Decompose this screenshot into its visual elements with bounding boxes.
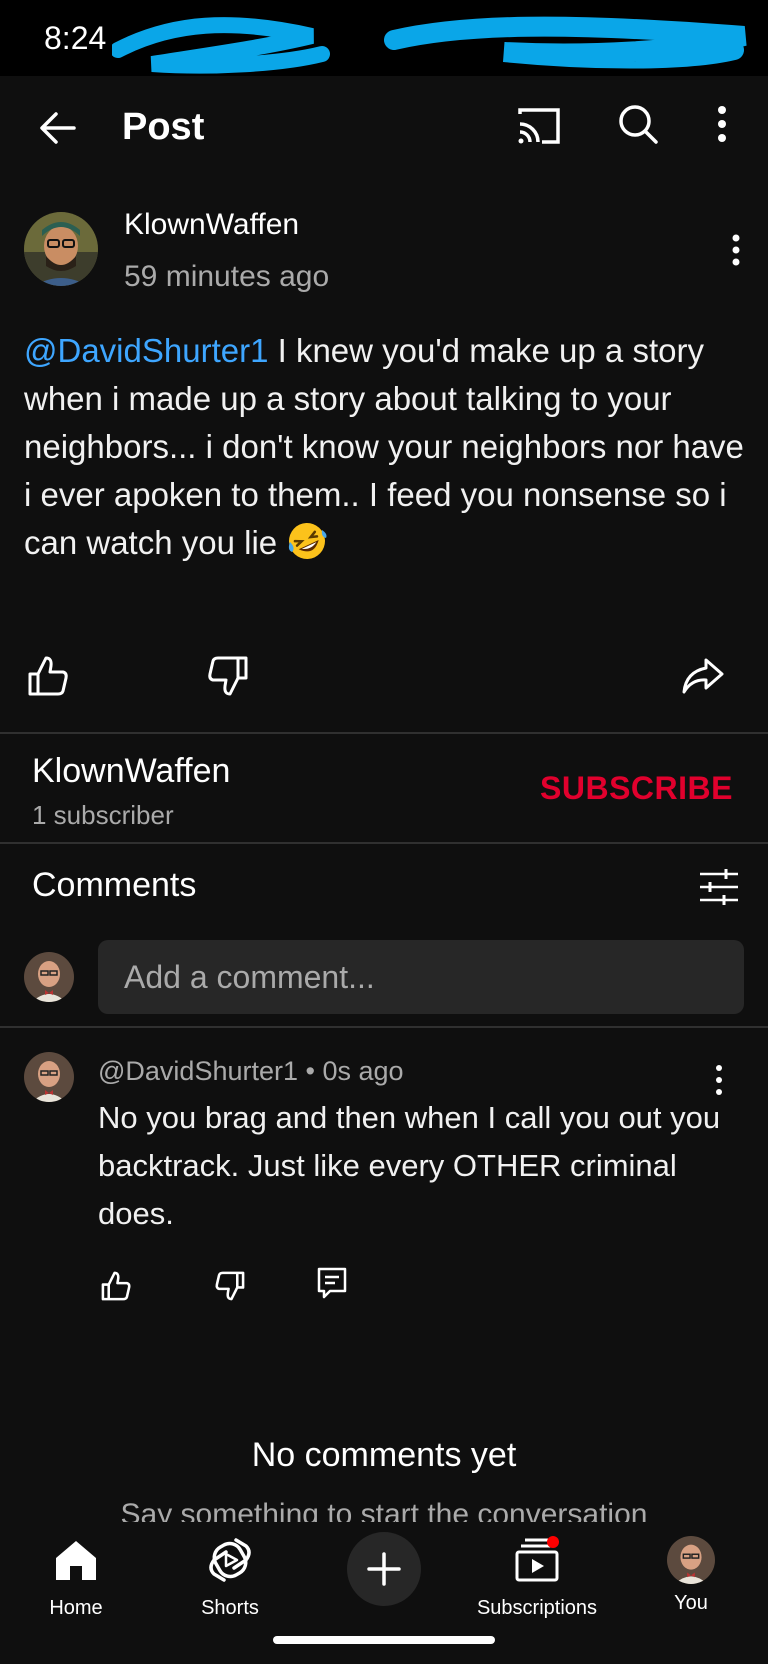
nav-you[interactable]: You [611,1528,768,1615]
channel-name[interactable]: KlownWaffen [32,752,230,791]
post-author-name[interactable]: KlownWaffen [124,208,299,242]
nav-subscriptions-label: Subscriptions [476,1597,598,1619]
divider [0,1026,768,1028]
more-vert-icon[interactable] [704,100,740,148]
nav-home[interactable]: Home [0,1528,156,1620]
rofl-emoji-icon [289,523,327,559]
nav-shorts[interactable]: Shorts [150,1528,310,1620]
comment-author-avatar[interactable] [24,1052,74,1102]
comment-text: No you brag and then when I call you out… [98,1100,721,1231]
redaction-scribble [384,16,747,69]
nav-you-label: You [674,1592,708,1614]
home-icon [56,1541,96,1580]
author-avatar[interactable] [24,212,98,286]
status-bar: 8:24 [0,0,768,76]
post-more-icon[interactable] [724,228,748,276]
nav-home-label: Home [49,1597,103,1619]
search-icon[interactable] [614,100,662,148]
comment-dislike-icon[interactable] [214,1270,246,1302]
divider [0,732,768,734]
nav-shorts-label: Shorts [201,1597,259,1619]
author-avatar-image [24,212,98,286]
dislike-icon[interactable] [206,654,250,698]
empty-state-subtitle: Say something to start the conversation [120,1498,648,1524]
add-comment-input[interactable] [98,940,744,1014]
you-avatar-image [667,1536,715,1584]
redaction-scribble [112,17,330,74]
current-user-avatar [24,952,74,1002]
comment-more-icon[interactable] [710,1062,728,1098]
empty-state-title: No comments yet [251,1436,517,1474]
divider [0,842,768,844]
home-indicator[interactable] [273,1636,495,1644]
channel-subscriber-count: 1 subscriber [32,800,174,830]
share-icon[interactable] [680,654,724,698]
subscriptions-icon [515,1536,559,1582]
reply-icon[interactable] [316,1266,348,1300]
comment-meta: @DavidShurter1 • 0s ago [98,1056,404,1086]
current-user-avatar-image [24,952,74,1002]
create-button[interactable] [347,1532,421,1606]
comments-title: Comments [32,866,197,904]
cast-icon[interactable] [514,102,562,150]
post-body: @DavidShurter1 I knew you'd make up a st… [24,327,746,567]
comment-author-avatar-image [24,1052,74,1102]
subscribe-button[interactable]: SUBSCRIBE [540,770,733,807]
like-icon[interactable] [26,654,70,698]
post-mention-link[interactable]: @DavidShurter1 [24,332,268,369]
app-bar: Post [0,76,768,180]
sort-filter-icon[interactable] [698,866,740,908]
page-title: Post [122,106,205,148]
post-timestamp: 59 minutes ago [124,260,330,293]
back-arrow-icon[interactable] [34,104,82,152]
nav-subscriptions[interactable]: Subscriptions [457,1528,617,1620]
you-avatar [667,1536,715,1584]
status-time: 8:24 [44,20,107,56]
plus-icon [367,1552,401,1586]
comment-like-icon[interactable] [100,1270,132,1302]
shorts-icon [209,1538,251,1582]
